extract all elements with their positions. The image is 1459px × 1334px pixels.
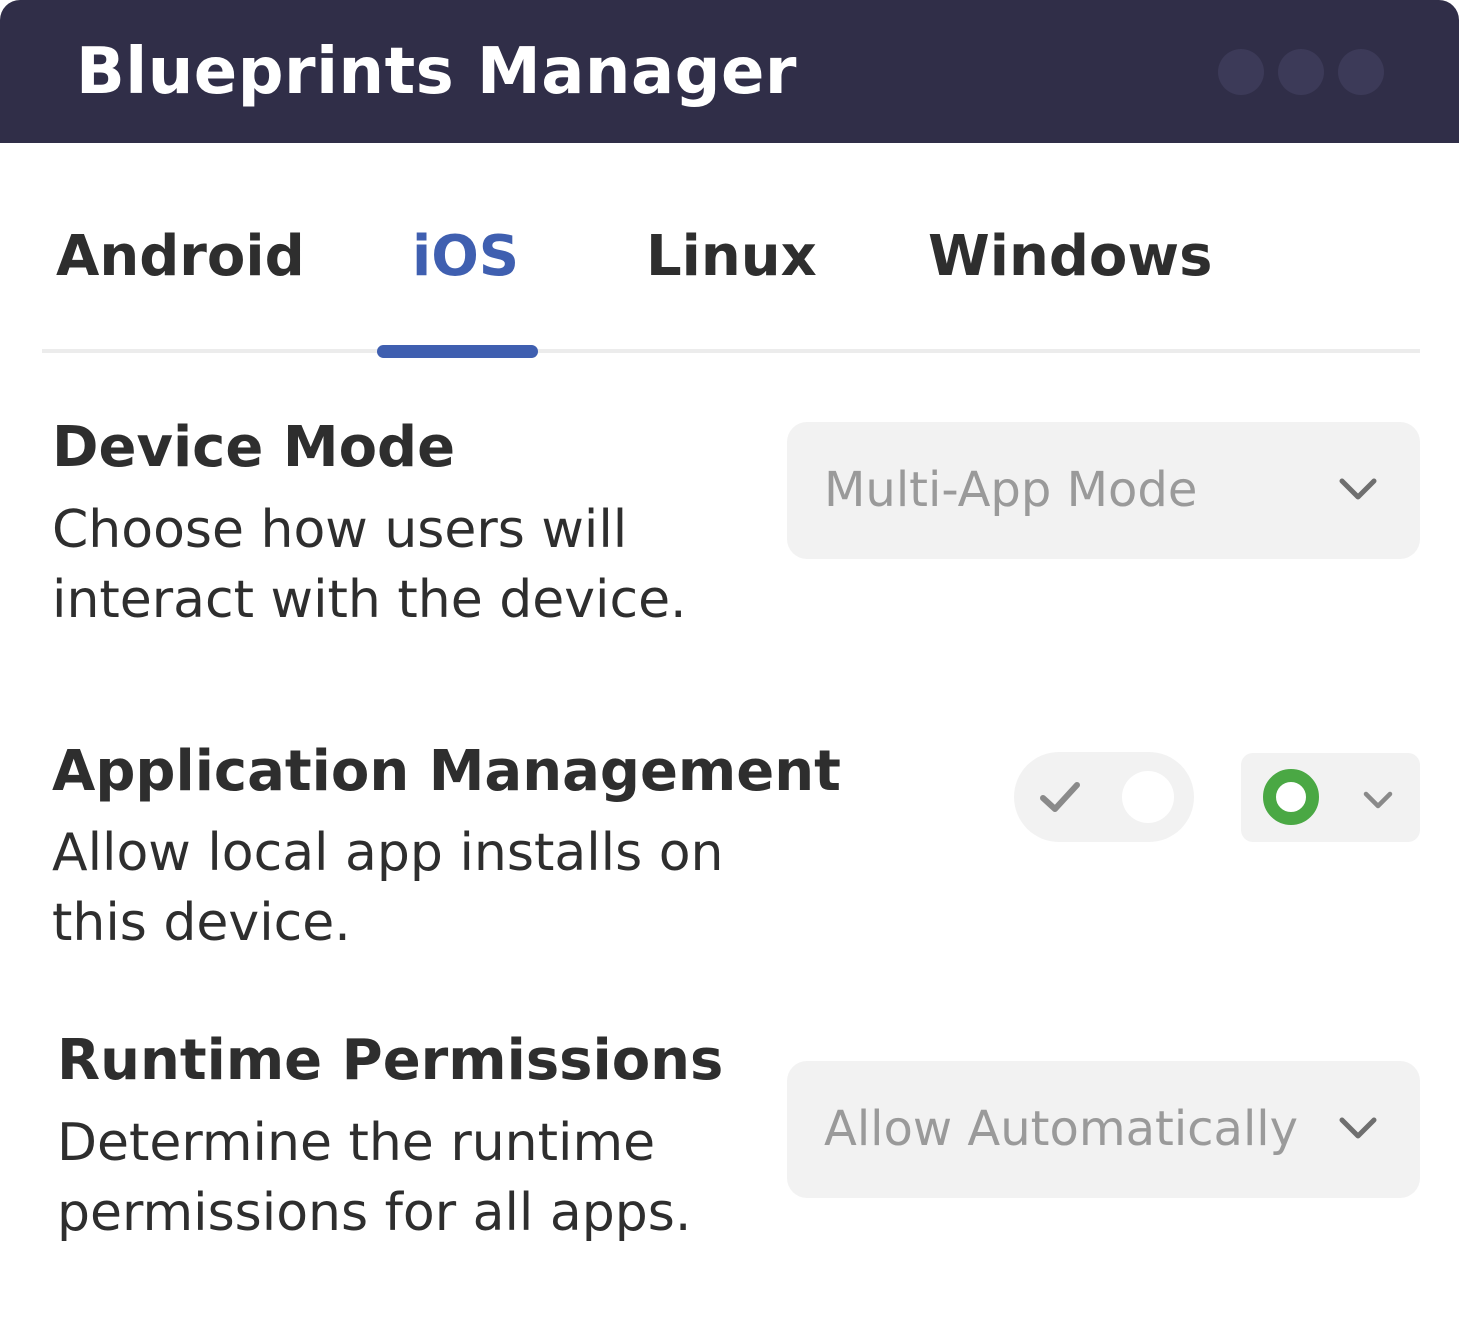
tab-ios[interactable]: iOS bbox=[412, 222, 519, 292]
device-mode-selected-value: Multi-App Mode bbox=[824, 462, 1198, 518]
runtime-permissions-description: Determine the runtime permissions for al… bbox=[57, 1113, 692, 1243]
application-management-title: Application Management bbox=[52, 739, 841, 804]
window-control-dot[interactable] bbox=[1338, 49, 1384, 95]
tab-divider bbox=[42, 349, 1420, 353]
tab-android[interactable]: Android bbox=[56, 222, 305, 292]
tab-windows[interactable]: Windows bbox=[928, 222, 1212, 292]
chevron-down-icon bbox=[1363, 791, 1393, 809]
runtime-permissions-dropdown[interactable]: Allow Automatically bbox=[787, 1061, 1420, 1198]
device-mode-description: Choose how users will interact with the … bbox=[52, 500, 687, 630]
title-bar: Blueprints Manager bbox=[0, 0, 1459, 143]
application-management-description: Allow local app installs on this device. bbox=[52, 823, 724, 953]
check-icon bbox=[1040, 782, 1080, 812]
app-install-status-select[interactable] bbox=[1241, 753, 1420, 842]
status-ring-icon bbox=[1263, 769, 1319, 825]
toggle-knob bbox=[1122, 771, 1174, 823]
active-tab-indicator bbox=[377, 345, 538, 358]
app-install-toggle[interactable] bbox=[1014, 752, 1194, 842]
chevron-down-icon bbox=[1339, 1117, 1377, 1139]
window-control-dot[interactable] bbox=[1278, 49, 1324, 95]
tab-linux[interactable]: Linux bbox=[646, 222, 817, 292]
device-mode-dropdown[interactable]: Multi-App Mode bbox=[787, 422, 1420, 559]
chevron-down-icon bbox=[1339, 478, 1377, 500]
app-title: Blueprints Manager bbox=[76, 35, 797, 109]
runtime-permissions-selected-value: Allow Automatically bbox=[824, 1101, 1299, 1157]
runtime-permissions-title: Runtime Permissions bbox=[57, 1028, 724, 1093]
device-mode-title: Device Mode bbox=[52, 415, 456, 480]
window-control-dot[interactable] bbox=[1218, 49, 1264, 95]
